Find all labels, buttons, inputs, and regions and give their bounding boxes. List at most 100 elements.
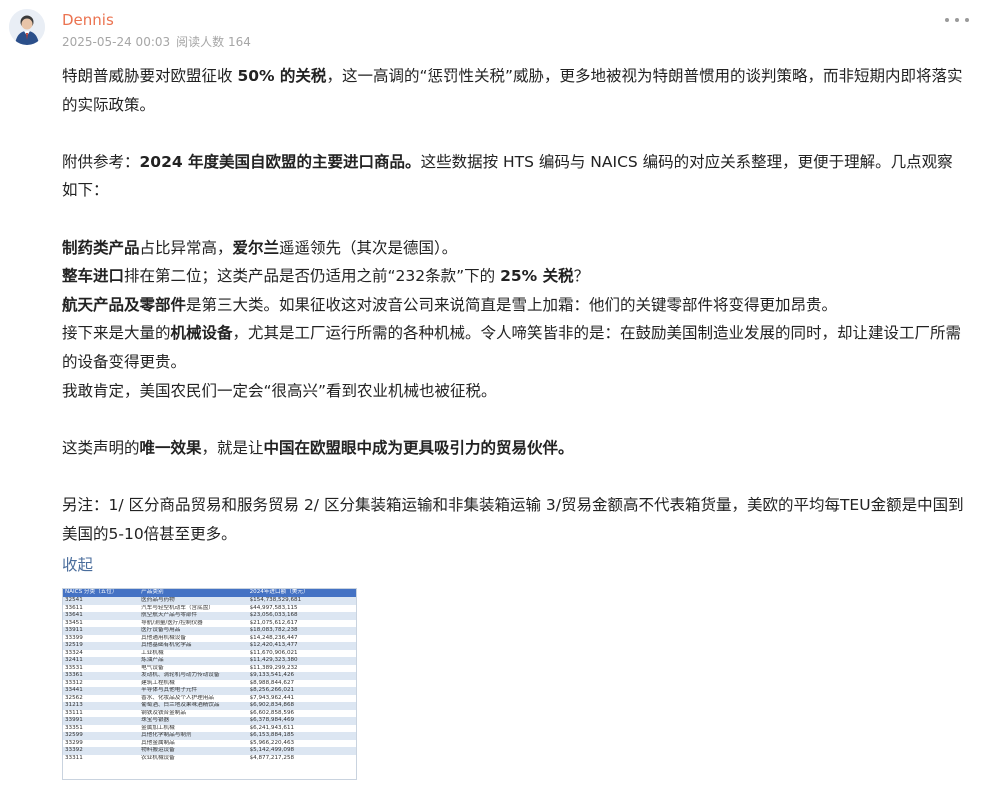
- post-date: 2025-05-24 00:03: [62, 35, 171, 49]
- table-cell: 导航/测量/医疗/控制仪器: [141, 619, 203, 626]
- paragraph-7: 我敢肯定，美国农民们一定会“很高兴”看到农业机械也被征税。: [62, 377, 966, 406]
- table-cell: $11,670,906,021: [249, 649, 298, 656]
- table-cell: 33991: [63, 717, 140, 725]
- paragraph-3: 制药类产品占比异常高，爱尔兰遥遥领先（其次是德国）。: [62, 234, 966, 263]
- table-cell: 32541: [63, 597, 140, 605]
- table-cell: $18,083,782,238: [247, 627, 356, 635]
- table-row: 32599 其他化学制品与制剂 $6,153,884,185: [63, 732, 356, 740]
- table-cell: 其他基础有机化学品: [139, 642, 248, 650]
- table-cell: $5,142,499,098: [247, 747, 356, 755]
- bold-text: 50% 的关税: [237, 67, 327, 85]
- table-row: 33531 电气设备 $11,389,299,232: [63, 665, 356, 673]
- text: 是第三大类。如果征收这对波音公司来说简直是雪上加霜：他们的关键零部件将变得更加昂…: [186, 295, 838, 314]
- paragraph-8: 这类声明的唯一效果，就是让中国在欧盟眼中成为更具吸引力的贸易伙伴。: [62, 434, 966, 463]
- avatar-image: [9, 9, 45, 45]
- table-cell: 33351: [65, 724, 83, 731]
- import-table: NAICS 分类（五位） 产品类别 2024年进口额（美元） 32541 医药品与…: [63, 589, 356, 762]
- table-row: 33911 医疗设备与用品 $18,083,782,238: [63, 627, 356, 635]
- text: 接下来是大量的: [62, 324, 171, 343]
- table-cell: 31213: [63, 702, 140, 710]
- table-header-cell: 2024年进口额（美元）: [247, 589, 356, 597]
- paragraph-9: 另注：1/ 区分商品贸易和服务贸易 2/ 区分集装箱运输和非集装箱运输 3/贸易…: [62, 491, 966, 548]
- table-row: 33451 导航/测量/医疗/控制仪器 $21,075,612,617: [63, 620, 356, 628]
- table-cell: $8,256,266,021: [247, 687, 356, 695]
- table-cell: 汽车与轻型机动车（含底盘）: [141, 604, 214, 611]
- table-cell: 33392: [63, 747, 140, 755]
- table-row: 32562 香水、化妆品及个人护理用品 $7,943,962,441: [63, 695, 356, 703]
- text: 我敢肯定，美国农民们一定会“很高兴”看到农业机械也被征税。: [62, 381, 497, 400]
- table-cell: $8,988,844,627: [249, 679, 295, 686]
- table-row: 33641 航空航天产品与零部件 $23,056,033,168: [63, 612, 356, 620]
- table-row: 33311 农业机械设备 $4,877,217,258: [63, 755, 356, 763]
- table-cell: 33312: [65, 679, 83, 686]
- table-row: 32519 其他基础有机化学品 $12,420,413,477: [63, 642, 356, 650]
- user-avatar[interactable]: [9, 9, 45, 45]
- table-row: 33324 工业机械 $11,670,906,021: [63, 650, 356, 658]
- table-cell: $44,997,583,115: [249, 604, 298, 611]
- table-cell: $11,429,323,380: [247, 657, 356, 665]
- collapse-link[interactable]: 收起: [62, 553, 93, 575]
- bold-text: 航天产品及零部件: [62, 295, 187, 314]
- table-cell: 发动机、涡轮机与动力传动设备: [139, 672, 248, 680]
- more-dots-icon[interactable]: [945, 10, 969, 30]
- table-cell: 炼油产品: [139, 657, 248, 665]
- text: 遥遥领先（其次是德国）。: [279, 238, 458, 257]
- paragraph-2: 附供参考：2024 年度美国自欧盟的主要进口商品。这些数据按 HTS 编码与 N…: [62, 148, 966, 205]
- table-row: 33991 珠宝与银器 $6,378,984,469: [63, 717, 356, 725]
- table-cell: 建筑工程机械: [141, 679, 175, 686]
- table-cell: $23,056,033,168: [247, 612, 356, 620]
- table-cell: $11,389,299,232: [249, 664, 298, 671]
- text: ，就是让: [201, 438, 264, 457]
- paragraph-4: 整车进口排在第二位；这类产品是否仍适用之前“232条款”下的 25% 关税？: [62, 262, 966, 291]
- attached-image-thumbnail[interactable]: NAICS 分类（五位） 产品类别 2024年进口额（美元） 32541 医药品与…: [62, 588, 357, 780]
- table-cell: $6,241,943,611: [249, 724, 295, 731]
- table-cell: 32519: [63, 642, 140, 650]
- table-row: 33441 半导体与其他电子元件 $8,256,266,021: [63, 687, 356, 695]
- table-cell: 33641: [63, 612, 140, 620]
- text: 特朗普威胁要对欧盟征收: [62, 67, 238, 85]
- text: ？: [573, 267, 590, 286]
- table-cell: 33531: [65, 664, 83, 671]
- bold-text: 25% 关税: [500, 267, 574, 286]
- table-cell: 33324: [65, 649, 83, 656]
- table-cell: 航空航天产品与零部件: [139, 612, 248, 620]
- paragraph-5: 航天产品及零部件是第三大类。如果征收这对波音公司来说简直是雪上加霜：他们的关键零…: [62, 291, 966, 320]
- table-cell: $6,153,884,185: [247, 732, 356, 740]
- table-cell: $154,738,529,681: [247, 597, 356, 605]
- table-header-cell: NAICS 分类（五位）: [63, 589, 140, 597]
- author-name[interactable]: Dennis: [62, 11, 114, 29]
- table-cell: 33111: [65, 709, 83, 716]
- bold-text: 机械设备: [170, 324, 233, 343]
- table-cell: 葡萄酒、白兰地及果味酒精饮品: [139, 702, 248, 710]
- table-cell: $7,943,962,441: [249, 694, 295, 701]
- text: 排在第二位；这类产品是否仍适用之前“232条款”下的: [124, 267, 501, 286]
- table-row: 33351 金属加工机械 $6,241,943,611: [63, 725, 356, 733]
- table-row: 33611 汽车与轻型机动车（含底盘） $44,997,583,115: [63, 605, 356, 613]
- table-cell: 医疗设备与用品: [139, 627, 248, 635]
- bold-text: 制药类产品: [62, 238, 140, 257]
- paragraph-1: 特朗普威胁要对欧盟征收 50% 的关税，这一高调的“惩罚性关税”威胁，更多地被视…: [62, 62, 966, 119]
- table-row: 31213 葡萄酒、白兰地及果味酒精饮品 $6,902,834,868: [63, 702, 356, 710]
- text: 另注：1/ 区分商品贸易和服务贸易 2/ 区分集装箱运输和非集装箱运输 3/贸易…: [62, 495, 964, 543]
- table-cell: $6,902,834,868: [247, 702, 356, 710]
- table-cell: 33441: [63, 687, 140, 695]
- table-row: 33111 钢铁及铁合金制品 $6,602,858,596: [63, 710, 356, 718]
- table-cell: $5,966,220,463: [249, 739, 295, 746]
- table-cell: $6,378,984,469: [247, 717, 356, 725]
- text: 附供参考：: [62, 152, 140, 171]
- table-cell: 珠宝与银器: [139, 717, 248, 725]
- table-cell: 香水、化妆品及个人护理用品: [141, 694, 214, 701]
- table-cell: 33399: [65, 634, 83, 641]
- table-cell: 33611: [65, 604, 83, 611]
- bold-text: 2024 年度美国自欧盟的主要进口商品。: [139, 152, 421, 171]
- table-row: 33399 其他通用机械设备 $14,248,236,447: [63, 635, 356, 643]
- table-cell: 农业机械设备: [141, 754, 175, 761]
- table-cell: 半导体与其他电子元件: [139, 687, 248, 695]
- table-cell: $9,133,541,426: [247, 672, 356, 680]
- table-header-row: NAICS 分类（五位） 产品类别 2024年进口额（美元）: [63, 589, 356, 597]
- table-row: 32411 炼油产品 $11,429,323,380: [63, 657, 356, 665]
- text: 占比异常高，: [139, 238, 233, 257]
- table-row: 33299 其他金属制品 $5,966,220,463: [63, 740, 356, 748]
